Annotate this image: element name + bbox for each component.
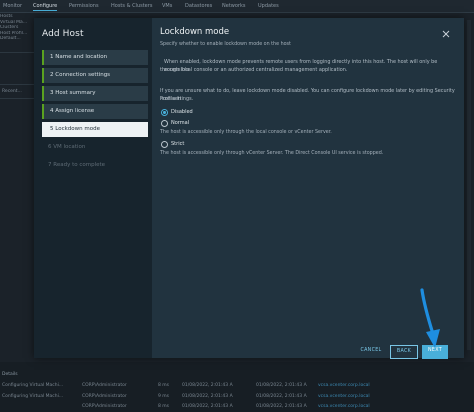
background-scrollbar[interactable] [467, 20, 471, 350]
annotation-arrow-icon [420, 288, 440, 348]
divider [0, 84, 34, 85]
tab-permissions[interactable]: Permissions [69, 3, 99, 9]
task-name: Configuring Virtual Machi... [2, 383, 64, 388]
server-link[interactable]: vcsa.vcenter.corp.local [318, 394, 370, 399]
step-connection-settings[interactable]: 2 Connection settings [42, 68, 148, 83]
queued-for: 8 ms [158, 404, 170, 409]
page-title: Lockdown mode [160, 27, 230, 37]
completion-time: 01/08/2022, 2:01:43 A [256, 394, 307, 399]
completion-time: 01/08/2022, 2:01:43 A [256, 404, 307, 409]
start-time: 01/08/2022, 2:01:43 A [182, 383, 233, 388]
step-host-summary[interactable]: 3 Host summary [42, 86, 148, 101]
radio-button[interactable] [161, 141, 168, 148]
radio-button[interactable] [161, 109, 168, 116]
start-time: 01/08/2022, 2:01:43 A [182, 394, 233, 399]
divider [0, 98, 34, 99]
tab-datastores[interactable]: Datastores [185, 3, 212, 9]
tab-networks[interactable]: Networks [222, 3, 245, 9]
tab-configure[interactable]: Configure [33, 3, 58, 11]
divider [0, 52, 34, 53]
server-link[interactable]: vcsa.vcenter.corp.local [318, 404, 370, 409]
recent-label: Recent... [2, 89, 22, 94]
queued-for: 8 ms [158, 383, 170, 388]
side-item[interactable]: Default... [0, 36, 34, 42]
tab-vms[interactable]: VMs [162, 3, 172, 9]
initiator: CORP\Administrator [82, 383, 127, 388]
step-assign-license[interactable]: 4 Assign license [42, 104, 148, 119]
radio-label: Normal [171, 120, 190, 126]
tab-hosts-clusters[interactable]: Hosts & Clusters [111, 3, 152, 9]
radio-label: Disabled [171, 109, 193, 115]
step-lockdown-mode[interactable]: 5 Lockdown mode [42, 122, 148, 137]
step-ready-to-complete: 7 Ready to complete [48, 162, 106, 168]
hint-line: host settings. [160, 96, 194, 102]
table-row[interactable]: Configuring Virtual Machi... CORP\Admini… [0, 382, 474, 391]
radio-description: The host is accessible only through the … [160, 130, 332, 135]
step-name-and-location[interactable]: 1 Name and location [42, 50, 148, 65]
table-row[interactable]: CORP\Administrator 8 ms 01/08/2022, 2:01… [0, 403, 474, 412]
completion-time: 01/08/2022, 2:01:43 A [256, 383, 307, 388]
initiator: CORP\Administrator [82, 404, 127, 409]
cancel-button[interactable]: CANCEL [356, 345, 386, 359]
background-tab-bar: Monitor Configure Permissions Hosts & Cl… [0, 0, 474, 13]
tab-updates[interactable]: Updates [258, 3, 279, 9]
tab-monitor[interactable]: Monitor [3, 3, 22, 9]
details-label: Details [2, 372, 18, 377]
add-host-wizard: Add Host 1 Name and location 2 Connectio… [34, 18, 464, 358]
table-row[interactable]: Configuring Virtual Machi... CORP\Admini… [0, 393, 474, 402]
queued-for: 9 ms [158, 394, 170, 399]
radio-label: Strict [171, 141, 185, 147]
close-icon[interactable] [441, 29, 451, 39]
start-time: 01/08/2022, 2:01:43 A [182, 404, 233, 409]
server-link[interactable]: vcsa.vcenter.corp.local [318, 383, 370, 388]
radio-button[interactable] [161, 120, 168, 127]
back-button[interactable]: BACK [390, 345, 418, 359]
page-subtitle: Specify whether to enable lockdown mode … [160, 42, 291, 47]
wizard-step-nav: Add Host 1 Name and location 2 Connectio… [34, 18, 152, 358]
wizard-title: Add Host [42, 29, 84, 39]
task-name: Configuring Virtual Machi... [2, 394, 64, 399]
initiator: CORP\Administrator [82, 394, 127, 399]
step-vm-location: 6 VM location [48, 144, 86, 150]
background-side-list: Hosts Virtual Ma... Clusters Host Profil… [0, 14, 34, 42]
radio-description: The host is accessible only through vCen… [160, 151, 384, 156]
description-line: through local console or an authorized c… [160, 67, 348, 73]
